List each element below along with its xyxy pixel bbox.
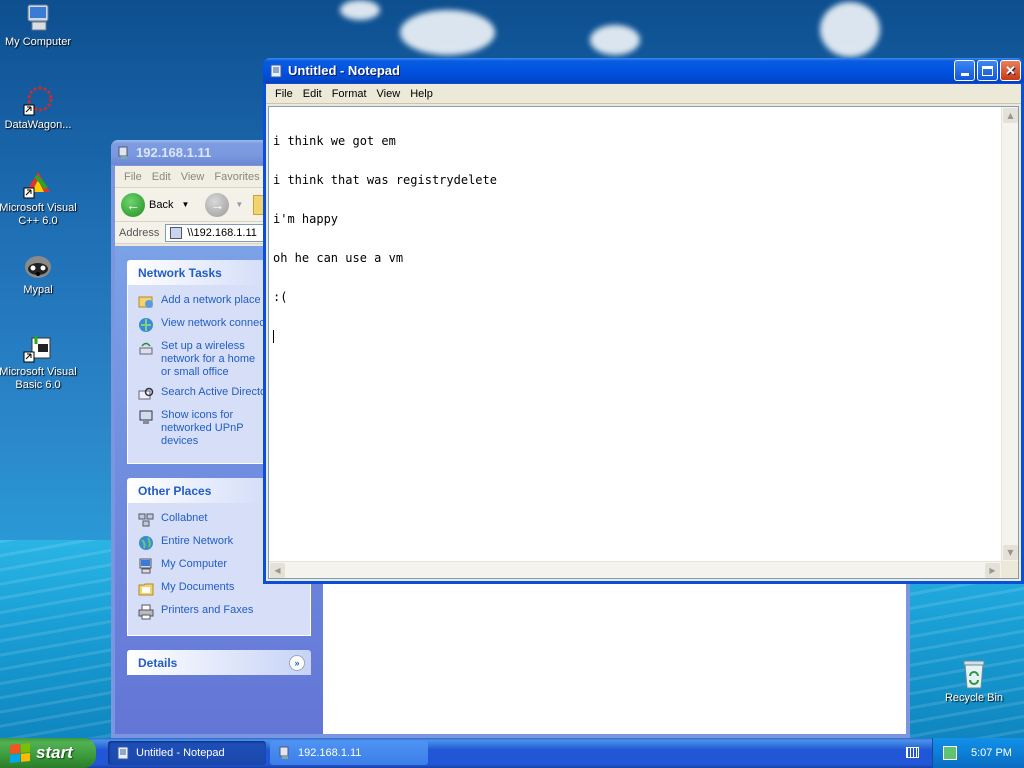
text-line: i think we got em bbox=[273, 134, 396, 148]
desktop-icon-my-computer[interactable]: My Computer bbox=[0, 2, 80, 49]
notepad-titlebar[interactable]: Untitled - Notepad ✕ bbox=[263, 58, 1024, 83]
taskbar-item-notepad[interactable]: Untitled - Notepad bbox=[108, 741, 266, 765]
notepad-title: Untitled - Notepad bbox=[288, 63, 400, 78]
system-tray: 5:07 PM bbox=[932, 738, 1024, 768]
explorer-title: 192.168.1.11 bbox=[136, 145, 212, 160]
keyboard-icon[interactable] bbox=[906, 747, 919, 758]
desktop-icon-visual-basic[interactable]: Microsoft Visual Basic 6.0 bbox=[0, 332, 80, 392]
explorer-menu-view[interactable]: View bbox=[176, 171, 210, 183]
forward-dropdown-icon[interactable]: ▼ bbox=[235, 200, 243, 209]
minimize-button[interactable] bbox=[954, 60, 975, 81]
back-arrow-icon: ← bbox=[121, 192, 145, 217]
close-icon: ✕ bbox=[1005, 62, 1016, 78]
details-header[interactable]: Details » bbox=[127, 650, 311, 675]
windows-flag-icon bbox=[10, 742, 30, 764]
computer-icon bbox=[138, 558, 154, 574]
scroll-right-icon[interactable]: ▶ bbox=[985, 563, 1000, 578]
notepad-menubar: File Edit Format View Help bbox=[266, 84, 1021, 104]
notepad-menu-edit[interactable]: Edit bbox=[298, 88, 327, 100]
notepad-window[interactable]: Untitled - Notepad ✕ File Edit Format Vi… bbox=[263, 58, 1024, 584]
minimize-icon bbox=[960, 73, 969, 76]
notepad-menu-format[interactable]: Format bbox=[327, 88, 372, 100]
address-network-icon bbox=[170, 226, 183, 239]
datawagon-icon bbox=[22, 85, 54, 117]
notepad-menu-help[interactable]: Help bbox=[405, 88, 438, 100]
visual-basic-icon bbox=[22, 332, 54, 364]
explorer-menu-favorites[interactable]: Favorites bbox=[209, 171, 264, 183]
network-drive-icon bbox=[278, 746, 292, 760]
explorer-menu-file[interactable]: File bbox=[119, 171, 147, 183]
network-status-icon[interactable] bbox=[943, 746, 957, 760]
start-button[interactable]: start bbox=[0, 738, 96, 768]
desktop: My Computer DataWagon... Microsoft Visua… bbox=[0, 0, 1024, 738]
notepad-icon bbox=[269, 64, 283, 78]
resize-grip[interactable] bbox=[1001, 561, 1018, 578]
desktop-icon-datawagon[interactable]: DataWagon... bbox=[0, 85, 80, 132]
scroll-left-icon[interactable]: ◀ bbox=[270, 563, 285, 578]
folder-icon bbox=[138, 581, 154, 597]
workgroup-icon bbox=[138, 512, 154, 528]
my-computer-icon bbox=[22, 2, 54, 34]
explorer-menu-edit[interactable]: Edit bbox=[147, 171, 176, 183]
printer-icon bbox=[138, 604, 154, 620]
notepad-icon bbox=[116, 746, 130, 760]
text-caret bbox=[273, 330, 274, 343]
taskbar: start Untitled - Notepad 192.168.1.11 5:… bbox=[0, 738, 1024, 768]
mypal-icon bbox=[22, 250, 54, 282]
close-button[interactable]: ✕ bbox=[1000, 60, 1021, 81]
text-line: :( bbox=[273, 290, 288, 304]
add-network-place-icon bbox=[138, 294, 154, 310]
details-panel: Details » bbox=[127, 650, 311, 675]
expand-chevron-icon[interactable]: » bbox=[289, 654, 305, 671]
search-directory-icon bbox=[138, 386, 154, 402]
forward-arrow-icon: → bbox=[205, 192, 230, 217]
desktop-icon-recycle-bin[interactable]: Recycle Bin bbox=[932, 658, 1016, 705]
wireless-network-icon bbox=[138, 340, 154, 356]
globe-icon bbox=[138, 535, 154, 551]
recycle-bin-icon bbox=[958, 658, 990, 690]
scroll-up-icon[interactable]: ▲ bbox=[1003, 108, 1018, 123]
notepad-text-area[interactable]: i think we got em i think that was regis… bbox=[268, 106, 1019, 579]
notepad-body: File Edit Format View Help i think we go… bbox=[266, 84, 1021, 581]
horizontal-scrollbar[interactable]: ◀ ▶ bbox=[269, 561, 1001, 578]
desktop-icon-mypal[interactable]: Mypal bbox=[0, 250, 80, 297]
forward-button[interactable]: → ▼ bbox=[205, 192, 243, 217]
maximize-icon bbox=[982, 65, 993, 76]
scroll-down-icon[interactable]: ▼ bbox=[1003, 545, 1018, 560]
taskbar-item-explorer[interactable]: 192.168.1.11 bbox=[270, 741, 428, 765]
back-button[interactable]: ← Back ▼ bbox=[121, 192, 189, 217]
network-connections-icon bbox=[138, 317, 154, 333]
upnp-device-icon bbox=[138, 409, 154, 425]
back-dropdown-icon[interactable]: ▼ bbox=[181, 200, 189, 209]
text-line: i think that was registrydelete bbox=[273, 173, 497, 187]
maximize-button[interactable] bbox=[977, 60, 998, 81]
address-label: Address bbox=[119, 226, 160, 239]
clock[interactable]: 5:07 PM bbox=[971, 747, 1012, 759]
visual-cpp-icon bbox=[22, 168, 54, 200]
network-drive-icon bbox=[117, 146, 131, 160]
notepad-menu-view[interactable]: View bbox=[372, 88, 406, 100]
text-line: i'm happy bbox=[273, 212, 339, 226]
text-line: oh he can use a vm bbox=[273, 251, 404, 265]
notepad-menu-file[interactable]: File bbox=[270, 88, 298, 100]
place-printers-faxes[interactable]: Printers and Faxes bbox=[138, 604, 300, 620]
desktop-icon-visual-cpp[interactable]: Microsoft Visual C++ 6.0 bbox=[0, 168, 80, 228]
vertical-scrollbar[interactable]: ▲ ▼ bbox=[1001, 107, 1018, 561]
